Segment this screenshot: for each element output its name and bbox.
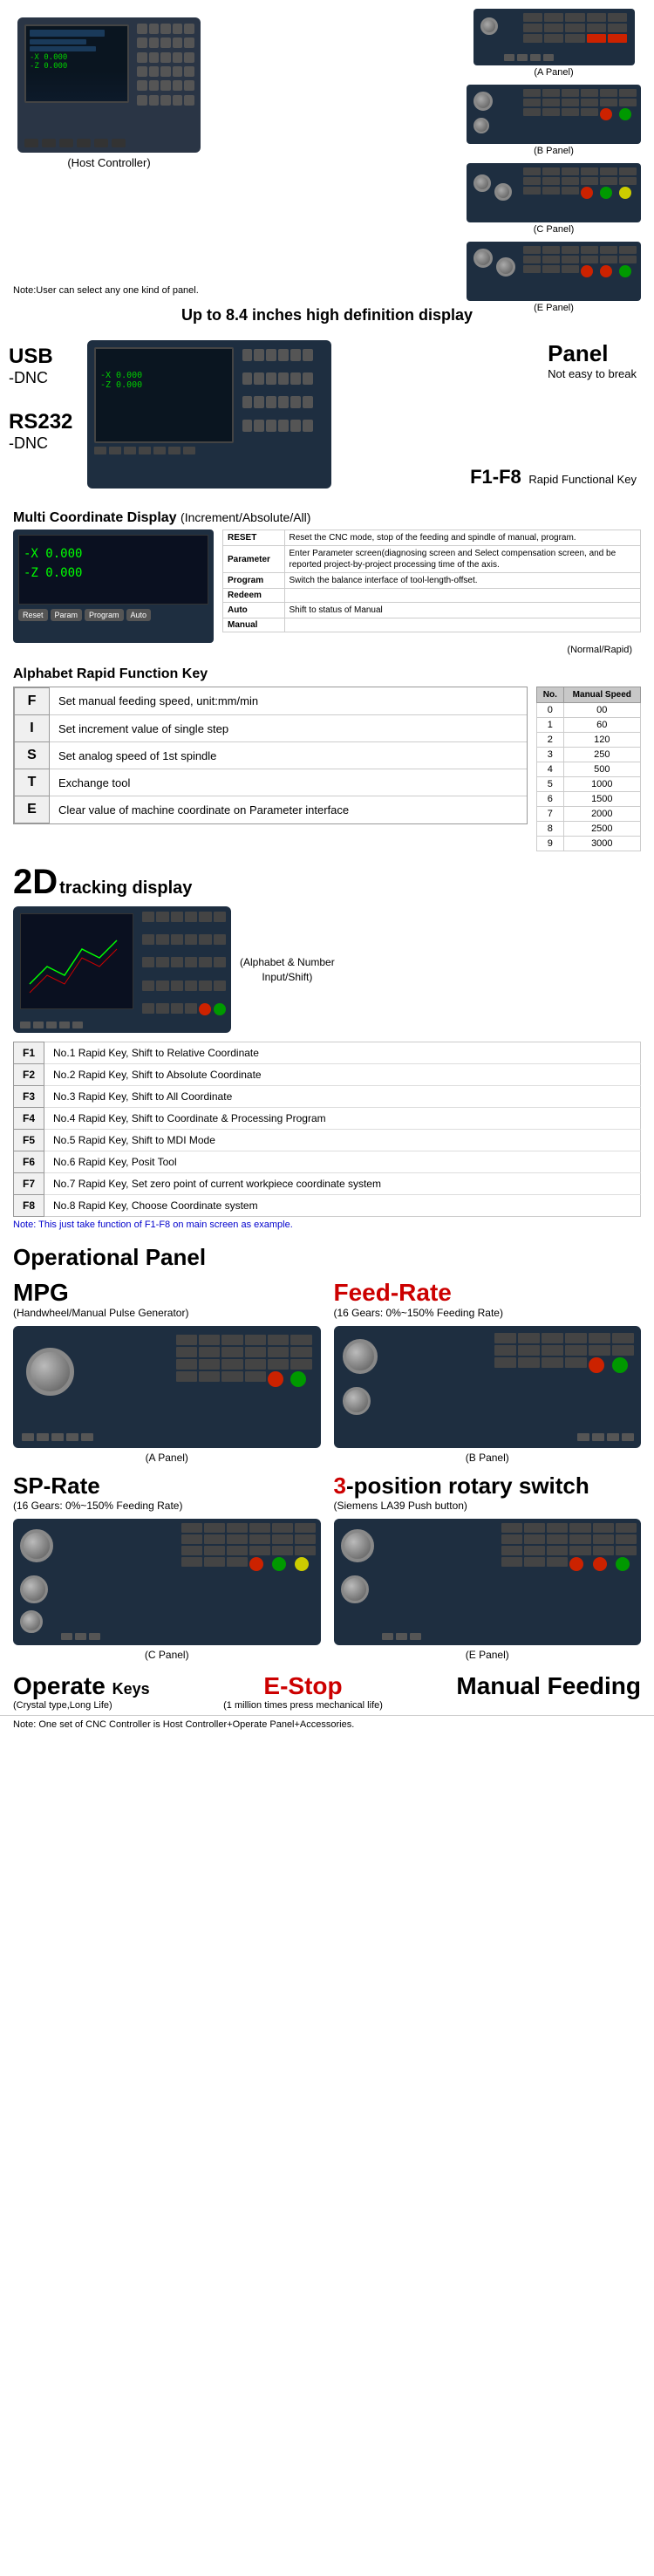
program-desc: Switch the balance interface of tool-len… (284, 573, 640, 589)
manual-title: Manual (456, 1672, 540, 1699)
estop-sub: (1 million times press mechanical life) (223, 1700, 383, 1711)
manual-feeding-section: Manual Feeding (456, 1672, 641, 1700)
sprate-title: SP-Rate (13, 1472, 321, 1500)
2d-prefix: 2D (13, 863, 58, 902)
t-key-desc: Exchange tool (50, 769, 528, 796)
manual-sub: Feeding (541, 1672, 641, 1699)
rotary-sub: (Siemens LA39 Push button) (334, 1500, 642, 1512)
speed-table: No. Manual Speed 000 160 2120 3250 4500 … (536, 687, 641, 851)
reset-desc: Reset the CNC mode, stop of the feeding … (284, 530, 640, 546)
estop-section: E-Stop (1 million times press mechanical… (223, 1672, 383, 1711)
usb-sub-label: -DNC (9, 369, 53, 387)
tracking-suffix: tracking display (59, 878, 192, 899)
rapid-functional-label: Rapid Functional Key (528, 473, 637, 486)
estop-title: E-Stop (263, 1672, 342, 1699)
auto-desc: Shift to status of Manual (284, 603, 640, 618)
page-container: -X 0.000 -Z 0.000 (0, 0, 654, 1742)
panel-c-label-top: (C Panel) (534, 224, 574, 235)
f-keys-note: Note: This just take function of F1-F8 o… (13, 1217, 641, 1233)
rotary-rest: -position rotary switch (346, 1472, 589, 1499)
f-keys-section: F1 No.1 Rapid Key, Shift to Relative Coo… (0, 1037, 654, 1237)
host-controller-label: (Host Controller) (67, 156, 150, 169)
parameter-desc: Enter Parameter screen(diagnosing screen… (284, 546, 640, 573)
op-panel-b-label: (B Panel) (334, 1452, 642, 1464)
panel-b-label-top: (B Panel) (534, 146, 574, 156)
e-key-desc: Clear value of machine coordinate on Par… (50, 796, 528, 823)
alphabet-heading: Alphabet Rapid Function Key (13, 666, 641, 682)
parameter-key-label: Parameter (223, 546, 284, 573)
f1f8-label: F1-F8 (470, 466, 521, 488)
redeem-key-label: Redeem (223, 589, 284, 603)
alphabet-table: F Set manual feeding speed, unit:mm/min … (14, 687, 527, 823)
mpg-title: MPG (13, 1279, 321, 1307)
op-panel-c-label: (C Panel) (13, 1649, 321, 1661)
op-panel-e-label: (E Panel) (334, 1649, 642, 1661)
alphabet-input-label: (Alphabet & NumberInput/Shift) (240, 955, 335, 985)
z-coord: -Z 0.000 (24, 566, 203, 580)
sprate-sub: (16 Gears: 0%~150% Feeding Rate) (13, 1500, 321, 1512)
manual-key-label: Manual (223, 618, 284, 632)
panel-e-label-top: (E Panel) (534, 303, 574, 313)
operate-title: Operate (13, 1672, 106, 1699)
s-key-desc: Set analog speed of 1st spindle (50, 742, 528, 769)
panel-a-label-top: (A Panel) (534, 67, 573, 78)
op-panel-a-label: (A Panel) (13, 1452, 321, 1464)
rs232-label: RS232 (9, 410, 72, 434)
program-key-label: Program (223, 573, 284, 589)
normal-rapid-label: (Normal/Rapid) (13, 645, 641, 655)
auto-key-label: Auto (223, 603, 284, 618)
operate-detail: (Crystal type,Long Life) (13, 1700, 150, 1711)
final-note: Note: One set of CNC Controller is Host … (0, 1715, 654, 1733)
panel-sub-label: Not easy to break (548, 367, 637, 380)
feedrate-title: Feed-Rate (334, 1279, 642, 1307)
rotary-3: 3 (334, 1472, 346, 1499)
multicoord-sub: (Increment/Absolute/All) (181, 510, 310, 524)
feedrate-sub: (16 Gears: 0%~150% Feeding Rate) (334, 1307, 642, 1319)
panel-label-right: Panel (548, 340, 637, 367)
rs232-sub-label: -DNC (9, 434, 72, 453)
mpg-sub: (Handwheel/Manual Pulse Generator) (13, 1307, 321, 1319)
multicoord-heading: Multi Coordinate Display (13, 510, 177, 525)
operate-sub: Keys (112, 1680, 150, 1698)
x-coord: -X 0.000 (24, 547, 203, 561)
operational-panel-heading: Operational Panel (0, 1237, 654, 1274)
usb-label: USB (9, 345, 53, 369)
reset-key-label: RESET (223, 530, 284, 546)
i-key-desc: Set increment value of single step (50, 715, 528, 742)
operate-keys-section: Operate Keys (Crystal type,Long Life) (13, 1672, 150, 1711)
